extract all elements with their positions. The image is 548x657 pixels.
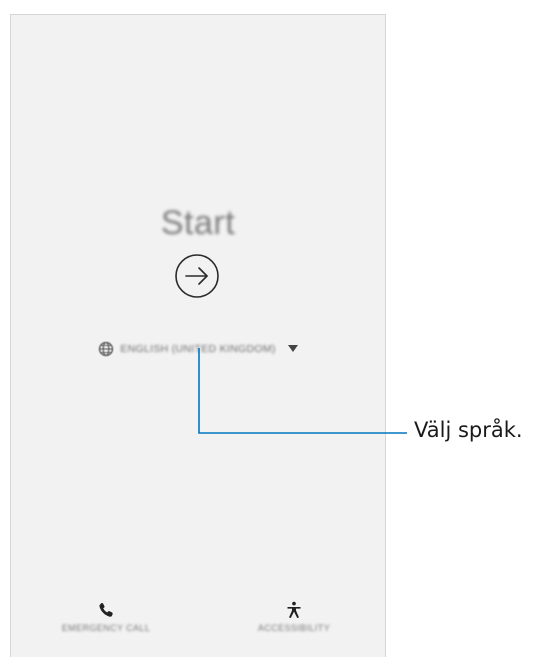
accessibility-icon [287, 601, 301, 618]
callout-label: Välj språk. [414, 418, 523, 442]
start-title: Start [160, 204, 236, 242]
dropdown-arrow-icon [287, 345, 298, 352]
language-selector[interactable]: ENGLISH (UNITED KINGDOM) [11, 339, 385, 359]
globe-icon [99, 341, 114, 357]
phone-screen: Start ENGLISH (UNITED KINGDOM) EMERGENCY… [10, 14, 386, 657]
language-label: ENGLISH (UNITED KINGDOM) [120, 343, 276, 355]
accessibility-button[interactable]: ACCESSIBILITY [229, 601, 359, 651]
arrow-right-icon [185, 267, 208, 285]
emergency-call-button[interactable]: EMERGENCY CALL [41, 601, 171, 651]
emergency-call-label: EMERGENCY CALL [61, 623, 151, 633]
phone-icon [99, 603, 113, 617]
next-button[interactable] [174, 253, 220, 299]
accessibility-label: ACCESSIBILITY [257, 623, 331, 633]
